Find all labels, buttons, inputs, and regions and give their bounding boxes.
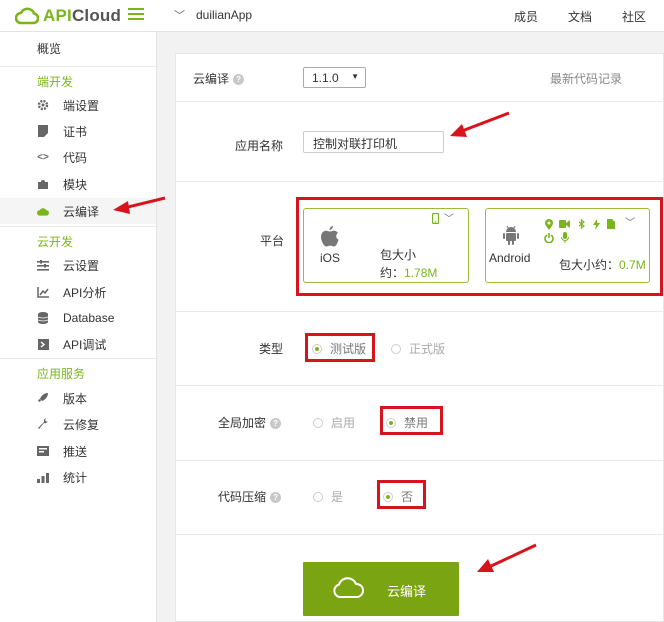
- sidebar-item-certificate[interactable]: 证书: [0, 118, 156, 144]
- android-platform-card[interactable]: Android 包大小约：0.7M ﹀: [485, 208, 650, 283]
- app-name-input[interactable]: 控制对联打印机: [303, 131, 444, 153]
- push-icon: [37, 445, 49, 457]
- android-package-size: 包大小约：0.7M: [559, 258, 646, 272]
- members-link[interactable]: 成员: [514, 8, 538, 25]
- sidebar-section-services: 应用服务: [0, 358, 156, 384]
- puzzle-icon: [37, 178, 49, 190]
- cloud-icon: [37, 205, 49, 217]
- debug-icon: [37, 338, 49, 350]
- sidebar-item-cloud-settings[interactable]: 云设置: [0, 252, 156, 278]
- power-icon: [544, 233, 554, 243]
- android-icon: [503, 226, 519, 245]
- compress-radio-yes[interactable]: 是: [313, 488, 343, 505]
- logo-text: APICloud: [43, 6, 122, 25]
- encrypt-radio-enable[interactable]: 启用: [313, 414, 355, 431]
- version-select[interactable]: 1.1.0 ▼: [303, 67, 366, 88]
- database-icon: [37, 312, 49, 324]
- sidebar-item-database[interactable]: Database: [0, 305, 156, 331]
- chevron-down-icon[interactable]: ﹀: [174, 7, 185, 23]
- sidebar-item-cloud-compile[interactable]: 云编译: [0, 198, 156, 224]
- file-icon: [607, 219, 615, 229]
- divider: [175, 534, 664, 535]
- help-icon[interactable]: ?: [233, 74, 245, 85]
- chart-icon: [37, 286, 49, 298]
- apicloud-logo[interactable]: APICloud: [15, 6, 121, 26]
- divider: [175, 385, 664, 386]
- rocket-icon: [37, 392, 49, 404]
- sidebar-item-overview[interactable]: 概览: [37, 40, 61, 57]
- ios-platform-card[interactable]: iOS 包大小 约：1.78M ﹀: [303, 208, 469, 283]
- location-icon: [545, 219, 553, 230]
- top-bar: APICloud ﹀ duilianApp 成员 文档 社区: [0, 0, 664, 32]
- latest-code-history-link[interactable]: 最新代码记录: [550, 70, 622, 87]
- sidebar-item-api-analysis[interactable]: API分析: [0, 279, 156, 305]
- divider: [175, 460, 664, 461]
- type-label: 类型: [259, 342, 284, 356]
- code-icon: <>: [37, 151, 49, 163]
- ios-name: iOS: [320, 251, 341, 265]
- phone-icon: [432, 213, 439, 224]
- cloud-compile-button[interactable]: 云编译: [303, 562, 459, 616]
- compile-label: 云编译?: [193, 70, 245, 87]
- stats-icon: [37, 471, 49, 483]
- compress-radio-no[interactable]: 否: [383, 488, 413, 505]
- menu-toggle-icon[interactable]: [128, 8, 144, 22]
- type-radio-test[interactable]: 测试版: [312, 340, 366, 357]
- bluetooth-icon: [579, 219, 585, 229]
- sidebar-item-stats[interactable]: 统计: [0, 464, 156, 490]
- platform-label: 平台: [260, 234, 285, 248]
- ios-package-size: 包大小 约：1.78M: [380, 248, 438, 280]
- sidebar-item-push[interactable]: 推送: [0, 438, 156, 464]
- help-icon[interactable]: ?: [270, 418, 282, 429]
- chevron-down-icon[interactable]: ﹀: [444, 210, 454, 225]
- app-name[interactable]: duilianApp: [196, 8, 252, 22]
- cloud-icon: [333, 577, 364, 598]
- gear-icon: [37, 99, 49, 111]
- type-radio-release[interactable]: 正式版: [391, 340, 445, 357]
- encrypt-label: 全局加密?: [218, 414, 282, 431]
- encrypt-radio-disable[interactable]: 禁用: [386, 414, 428, 431]
- wrench-icon: [37, 418, 49, 430]
- dropdown-arrow-icon: ▼: [351, 72, 359, 81]
- sidebar-item-code[interactable]: <> 代码: [0, 144, 156, 170]
- divider: [175, 311, 664, 312]
- community-link[interactable]: 社区: [622, 8, 646, 25]
- sidebar-section-client: 端开发: [0, 66, 156, 92]
- sidebar-section-cloud: 云开发: [0, 226, 156, 252]
- sidebar: 概览 端开发 端设置 证书 <> 代码 模块 云编译 云开发 云设置 API分析…: [0, 32, 157, 622]
- compress-label: 代码压缩?: [218, 488, 282, 505]
- app-name-label: 应用名称: [235, 139, 284, 153]
- chevron-down-icon[interactable]: ﹀: [625, 214, 635, 229]
- help-icon[interactable]: ?: [270, 492, 282, 503]
- microphone-icon: [561, 232, 569, 243]
- apple-icon: [321, 226, 339, 247]
- docs-link[interactable]: 文档: [568, 8, 592, 25]
- cloud-logo-icon: [15, 7, 39, 25]
- flash-icon: [593, 219, 600, 230]
- video-icon: [559, 220, 570, 228]
- divider: [175, 101, 664, 102]
- sidebar-item-modules[interactable]: 模块: [0, 171, 156, 197]
- sliders-icon: [37, 259, 49, 271]
- divider: [175, 181, 664, 182]
- certificate-icon: [37, 125, 49, 137]
- sidebar-item-client-settings[interactable]: 端设置: [0, 92, 156, 118]
- sidebar-item-hotfix[interactable]: 云修复: [0, 411, 156, 437]
- android-name: Android: [489, 251, 531, 265]
- sidebar-item-api-debug[interactable]: API调试: [0, 331, 156, 357]
- sidebar-item-version[interactable]: 版本: [0, 385, 156, 411]
